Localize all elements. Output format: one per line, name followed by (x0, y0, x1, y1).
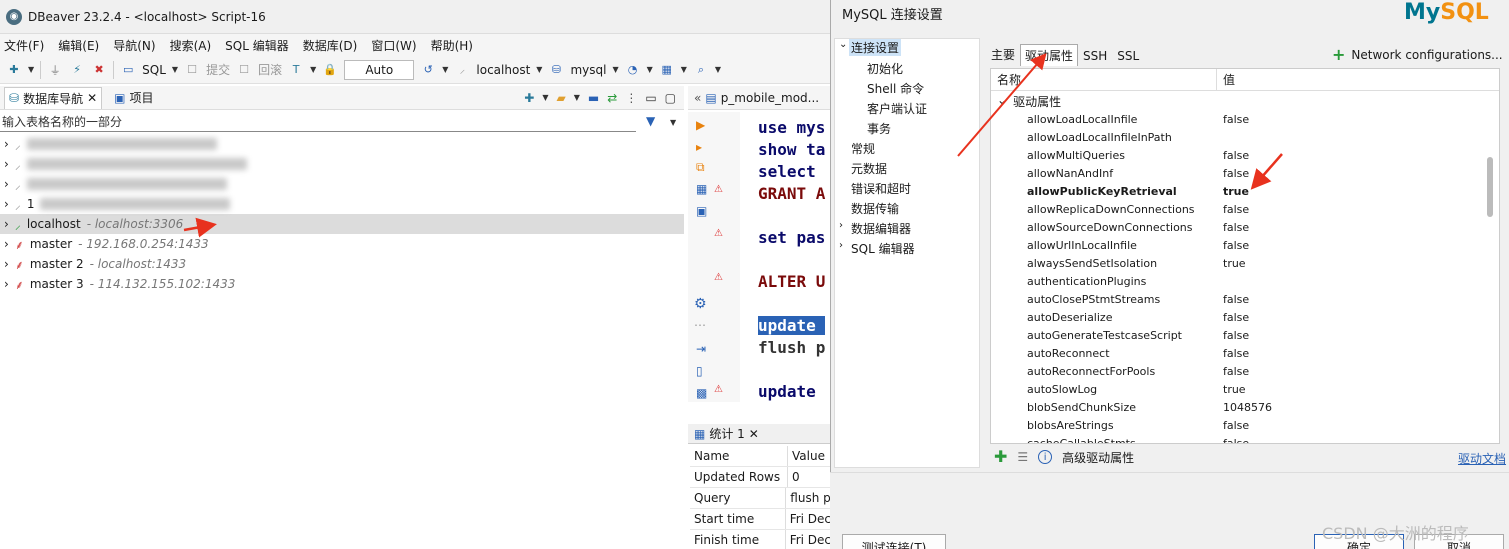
annotation-arrows (183, 52, 1283, 238)
arrow-to-public-key (1250, 153, 1283, 190)
arrow-to-localhost (183, 217, 217, 238)
arrow-to-driver-tab (957, 52, 1047, 157)
